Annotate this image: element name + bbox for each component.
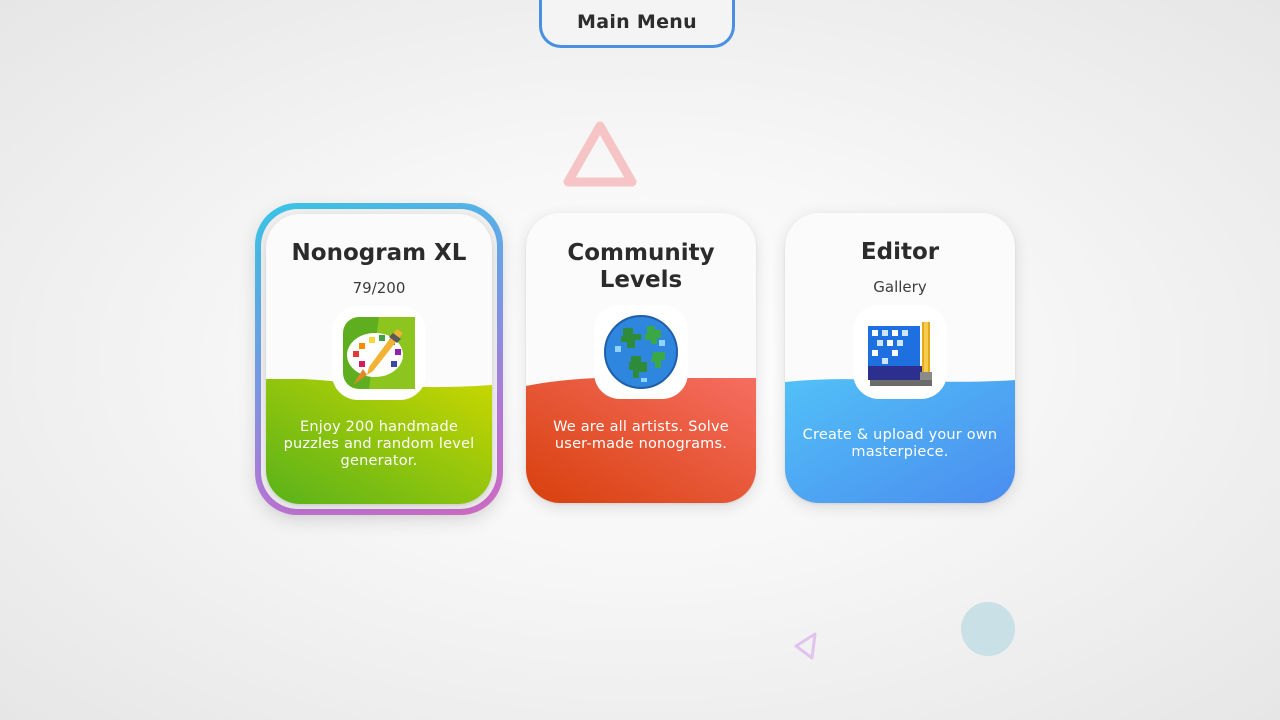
- card-description: Enjoy 200 handmade puzzles and random le…: [283, 419, 475, 469]
- small-triangle-outline-icon: [794, 632, 817, 660]
- card-editor[interactable]: Editor Gallery Create & upload your own …: [785, 213, 1015, 503]
- main-menu-tab[interactable]: Main Menu: [539, 0, 735, 48]
- pixel-brush-icon: [868, 322, 932, 386]
- paint-palette-icon: [343, 317, 415, 389]
- triangle-outline-icon: [563, 121, 637, 187]
- globe-icon: [604, 315, 678, 389]
- card-community-levels[interactable]: Community Levels We are all artists. Sol…: [526, 213, 756, 503]
- card-progress: 79/200: [352, 279, 406, 297]
- card-description: We are all artists. Solve user-made nono…: [553, 419, 729, 452]
- card-description: Create & upload your own masterpiece.: [802, 427, 998, 460]
- card-title: Editor: [860, 239, 940, 265]
- card-gallery-label: Gallery: [873, 278, 927, 296]
- card-icon-frame: [594, 305, 688, 399]
- card-icon-frame: [853, 305, 947, 399]
- card-title: Nonogram XL: [291, 240, 467, 266]
- card-icon-frame: [332, 306, 426, 400]
- circle-blob-icon: [961, 602, 1015, 656]
- main-menu-title: Main Menu: [577, 11, 697, 33]
- card-title: Community Levels: [567, 240, 715, 293]
- card-nonogram-xl[interactable]: Nonogram XL 79/200 Enjoy 200 handmade pu…: [266, 214, 492, 504]
